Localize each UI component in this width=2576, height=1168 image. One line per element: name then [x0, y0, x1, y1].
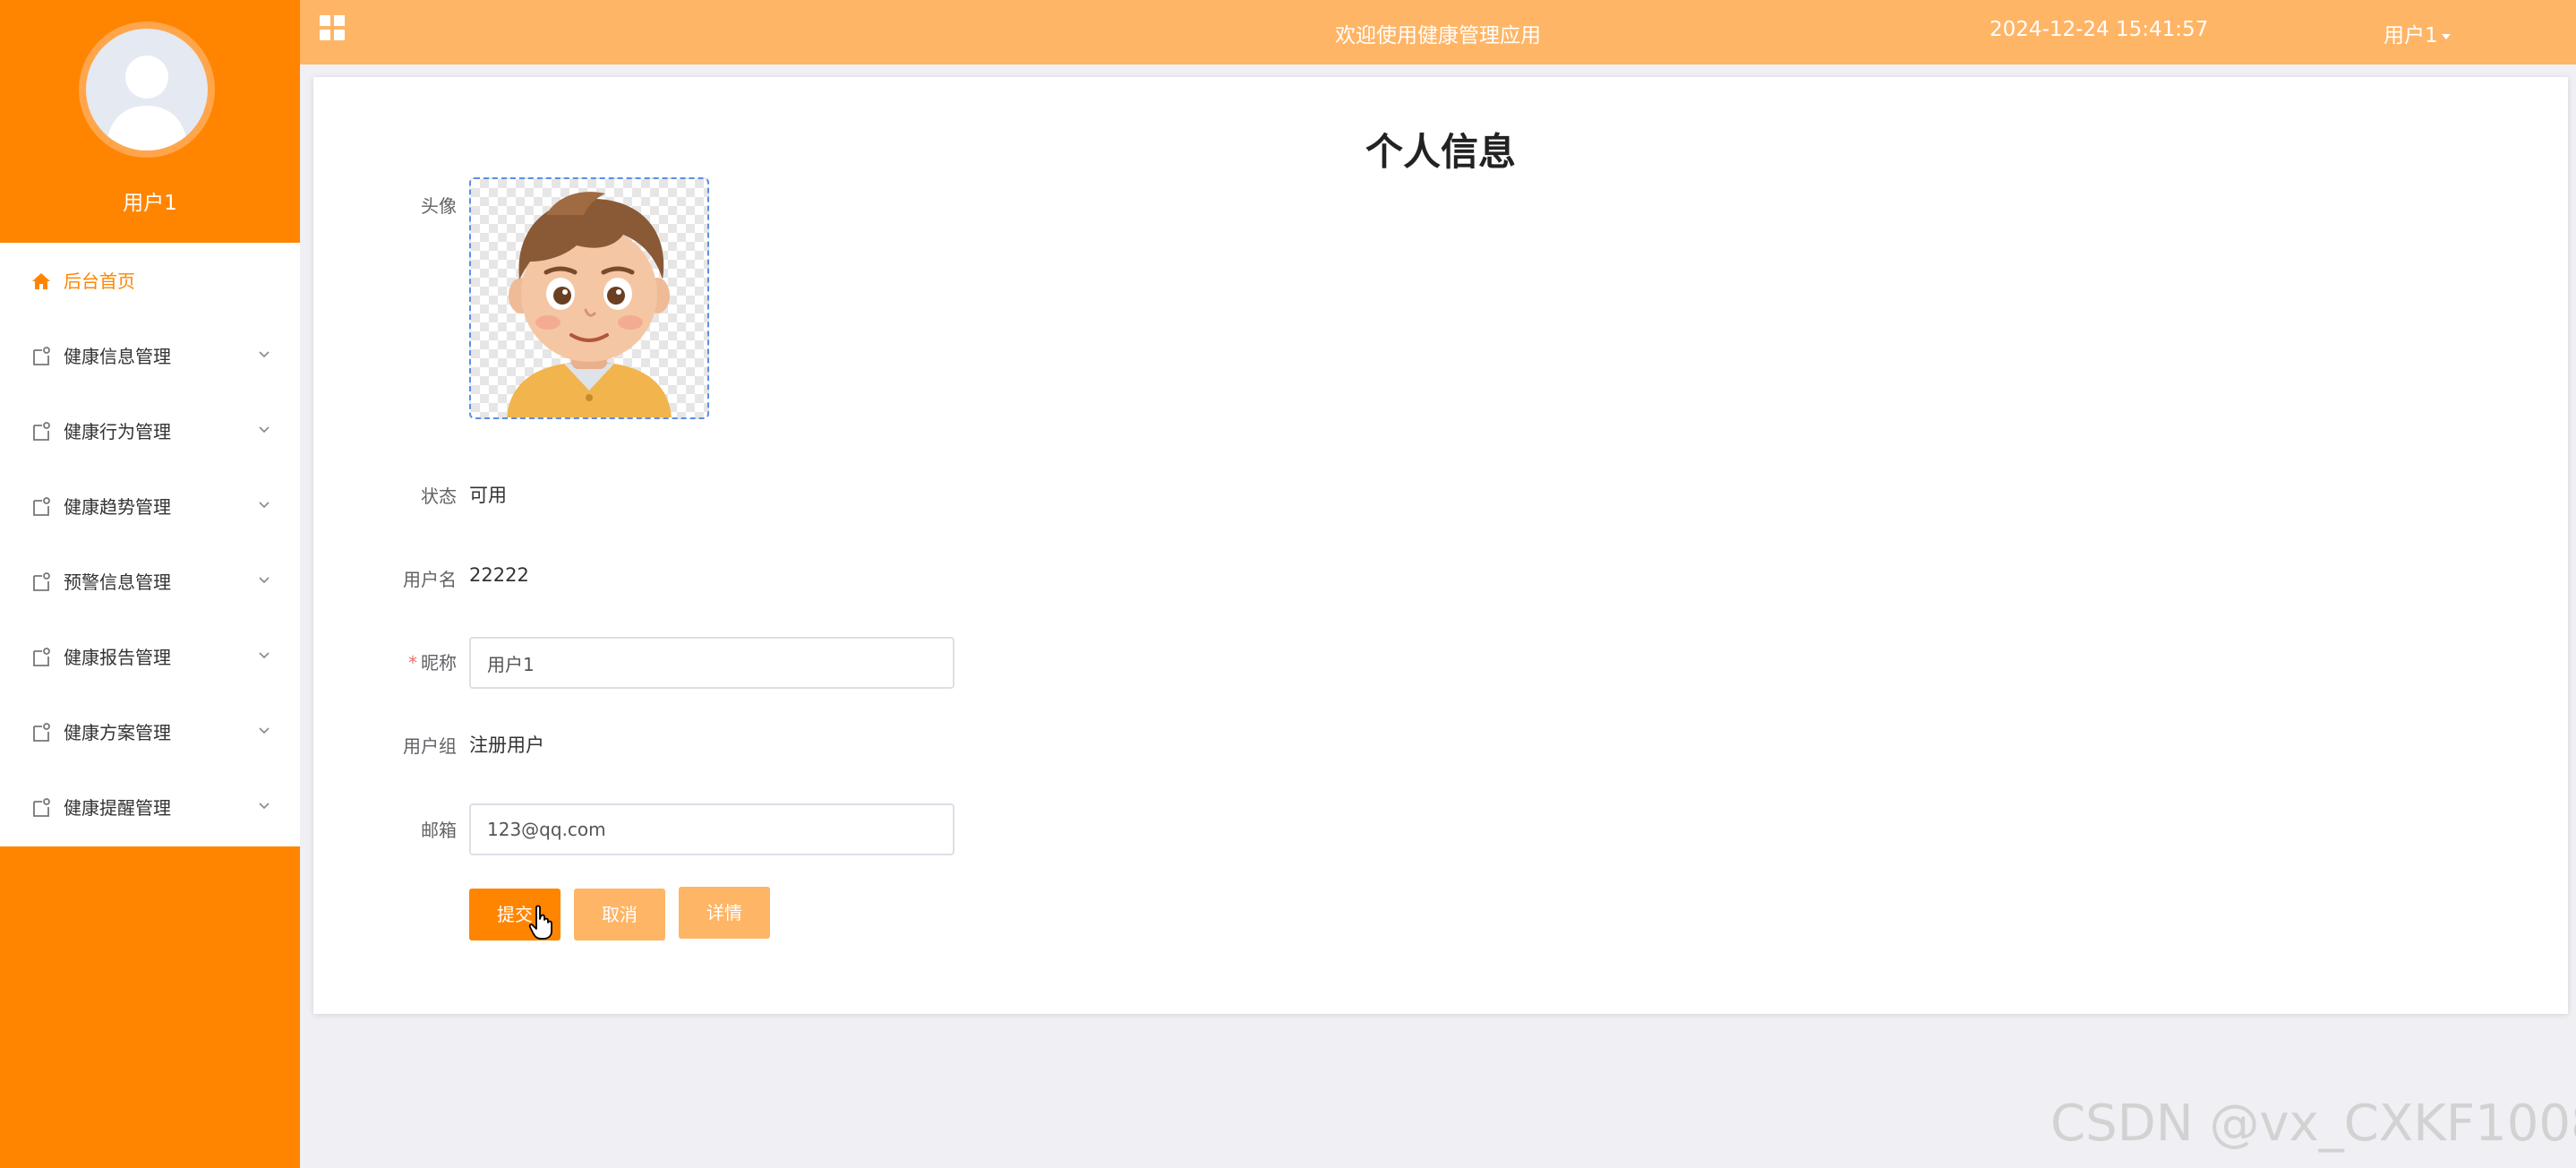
chevron-down-icon [255, 345, 273, 363]
sidebar-menu: 后台首页 健康信息管理 健康行为管理 健康趋势管理 预警信息管理 健康报告管理 … [0, 243, 300, 846]
email-label: 邮箱 [421, 820, 457, 841]
sidebar-user-name: 用户1 [123, 192, 177, 215]
sidebar-item-label: 健康方案管理 [64, 722, 171, 743]
user-dropdown-label: 用户1 [2383, 24, 2438, 47]
sidebar: 用户1 后台首页 健康信息管理 健康行为管理 健康趋势管理 预警信息管理 健康报… [0, 0, 300, 1168]
chevron-down-icon [255, 721, 273, 739]
nickname-input[interactable] [469, 637, 954, 689]
status-label: 状态 [421, 485, 457, 507]
chevron-down-icon [255, 646, 273, 664]
sidebar-item-health-info[interactable]: 健康信息管理 [0, 318, 300, 393]
top-bar: 欢迎使用健康管理应用 2024-12-24 15:41:57 用户1 [300, 0, 2576, 64]
username-value: 22222 [469, 564, 529, 586]
watermark: CSDN @vx_CXKF10088 [2050, 1095, 2576, 1153]
current-datetime: 2024-12-24 15:41:57 [1990, 18, 2209, 41]
user-group-value: 注册用户 [469, 734, 544, 756]
sidebar-profile: 用户1 [0, 0, 300, 243]
sidebar-item-label: 预警信息管理 [64, 571, 171, 593]
detail-button[interactable]: 详情 [679, 887, 770, 939]
sidebar-item-health-plan[interactable]: 健康方案管理 [0, 694, 300, 769]
sidebar-item-label: 后台首页 [64, 271, 135, 292]
email-input[interactable] [469, 803, 954, 855]
profile-card: 个人信息 头像 状态 可用 用户名 22222 * 昵称 用户1 用户组 注册用… [313, 77, 2568, 1014]
sidebar-item-label: 健康报告管理 [64, 647, 171, 668]
avatar-label: 头像 [421, 195, 457, 217]
sidebar-item-warning-info[interactable]: 预警信息管理 [0, 544, 300, 619]
user-dropdown[interactable]: 用户1 [2383, 18, 2451, 48]
default-avatar-icon [86, 29, 208, 150]
required-mark: * [408, 652, 417, 674]
home-icon [30, 271, 52, 292]
nickname-label: * 昵称 [313, 648, 457, 674]
cancel-button[interactable]: 取消 [574, 889, 665, 940]
avatar-upload[interactable] [469, 177, 709, 419]
caret-down-icon [2441, 33, 2451, 39]
sidebar-item-label: 健康提醒管理 [64, 797, 171, 819]
chevron-down-icon [255, 495, 273, 513]
document-icon [30, 797, 52, 819]
sidebar-item-label: 健康行为管理 [64, 421, 171, 442]
sidebar-item-health-reminder[interactable]: 健康提醒管理 [0, 769, 300, 845]
hand-cursor-icon [528, 905, 555, 940]
user-group-label: 用户组 [403, 735, 457, 757]
status-value: 可用 [469, 485, 507, 506]
document-icon [30, 496, 52, 518]
username-label: 用户名 [403, 569, 457, 590]
document-icon [30, 571, 52, 593]
chevron-down-icon [255, 420, 273, 438]
app-title: 欢迎使用健康管理应用 [1335, 24, 1541, 47]
page-title: 个人信息 [1365, 130, 1516, 174]
chevron-down-icon [255, 796, 273, 814]
sidebar-avatar[interactable] [79, 21, 215, 158]
sidebar-item-health-trend[interactable]: 健康趋势管理 [0, 468, 300, 544]
nickname-label-text: 昵称 [421, 652, 457, 674]
sidebar-item-health-report[interactable]: 健康报告管理 [0, 619, 300, 694]
sidebar-item-label: 健康趋势管理 [64, 496, 171, 518]
sidebar-item-label: 健康信息管理 [64, 346, 171, 367]
sidebar-item-health-behavior[interactable]: 健康行为管理 [0, 393, 300, 468]
document-icon [30, 722, 52, 743]
document-icon [30, 421, 52, 442]
document-icon [30, 647, 52, 668]
chevron-down-icon [255, 571, 273, 588]
document-icon [30, 346, 52, 367]
cartoon-boy-avatar [507, 192, 672, 417]
sidebar-item-home[interactable]: 后台首页 [0, 243, 300, 318]
